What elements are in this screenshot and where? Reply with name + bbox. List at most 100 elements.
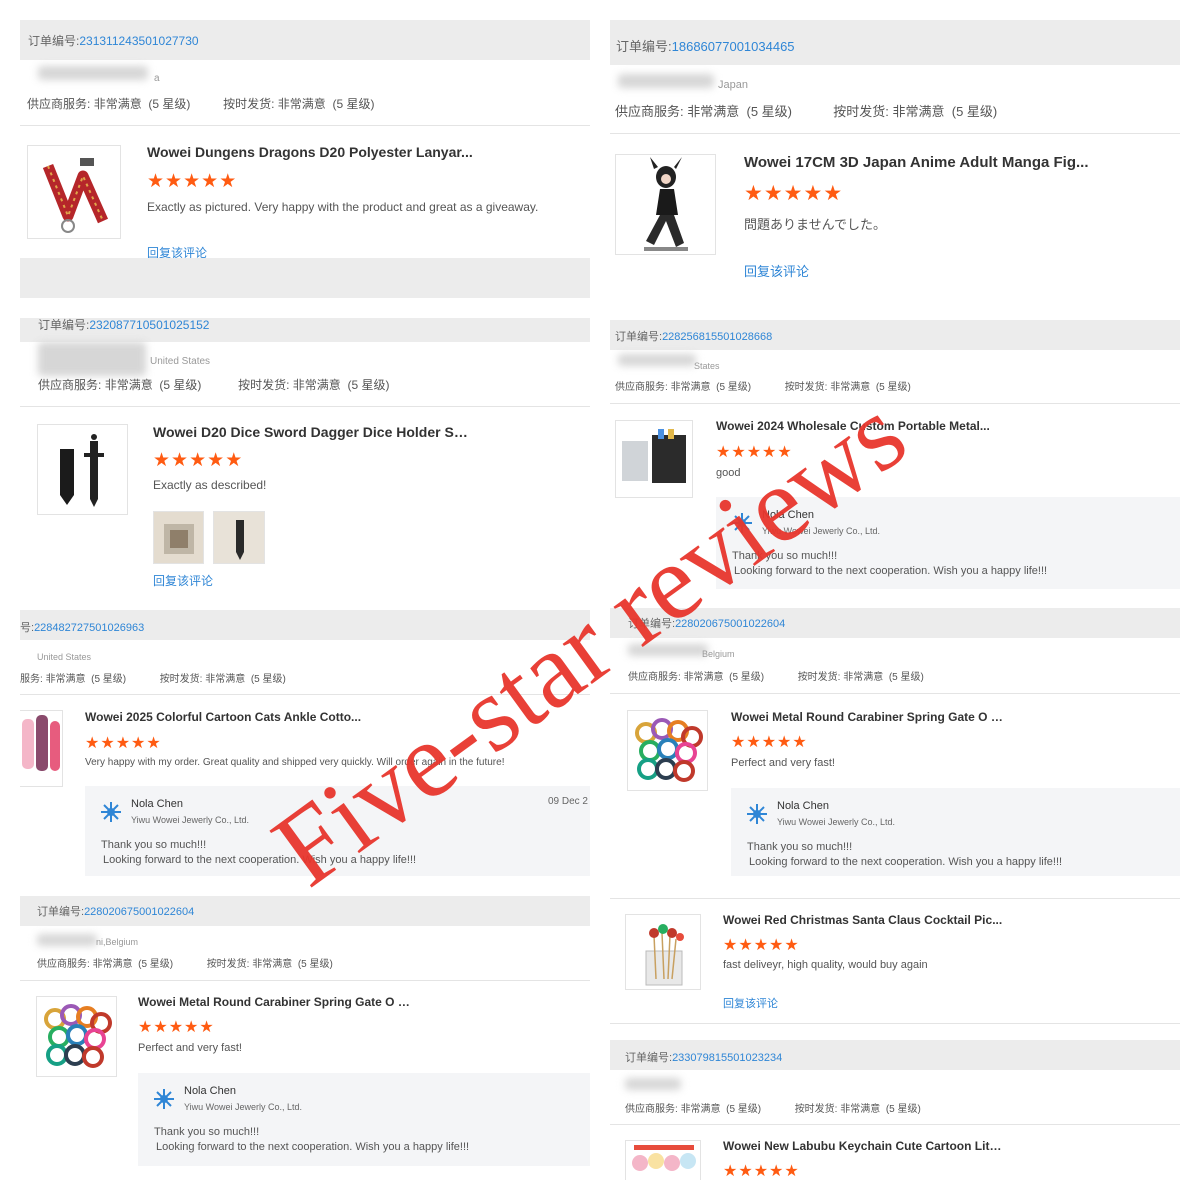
seller-ratings: 供应商服务: 非常满意 (5 星级) 按时发货: 非常满意 (5 星级) xyxy=(628,672,924,683)
star-icon: ★ xyxy=(762,444,777,461)
buyer-name-redacted xyxy=(618,354,696,366)
seller-name: Nola Chen xyxy=(131,798,183,810)
buyer-location: United States xyxy=(37,652,92,662)
product-image[interactable] xyxy=(625,1140,701,1180)
product-title[interactable]: Wowei 2025 Colorful Cartoon Cats Ankle C… xyxy=(85,710,365,724)
product-image[interactable] xyxy=(20,710,63,787)
review-card: 订单编号:231311243501027730 a 供应商服务: 非常满意 (5… xyxy=(20,20,590,298)
review-photo[interactable] xyxy=(213,511,265,564)
star-icon: ★ xyxy=(792,734,807,751)
star-rating: ★★★★★ xyxy=(723,1162,800,1180)
seller-reply: Nola Chen Yiwu Wowei Jewerly Co., Ltd. 0… xyxy=(85,786,590,876)
product-title[interactable]: Wowei Red Christmas Santa Claus Cocktail… xyxy=(723,913,1003,927)
divider xyxy=(20,980,590,981)
product-image[interactable] xyxy=(27,145,121,239)
seller-ratings: 供应商服务: 非常满意 (5 星级) 按时发货: 非常满意 (5 星级) xyxy=(615,382,911,393)
product-image[interactable] xyxy=(37,424,128,515)
package-photo xyxy=(164,524,194,554)
reply-link[interactable]: 回复该评论 xyxy=(744,261,809,280)
product-title[interactable]: Wowei 17CM 3D Japan Anime Adult Manga Fi… xyxy=(744,154,1094,171)
review-card: Wowei Red Christmas Santa Claus Cocktail… xyxy=(610,898,1180,1024)
seller-logo-icon xyxy=(154,1089,174,1109)
figure-image xyxy=(644,157,688,251)
carabiner-rings-image xyxy=(635,718,703,782)
divider xyxy=(610,693,1180,694)
seller-ratings: 供应商服务: 非常满意 (5 星级) 按时发货: 非常满意 (5 星级) xyxy=(27,97,375,111)
product-title[interactable]: Wowei D20 Dice Sword Dagger Dice Holder … xyxy=(153,424,473,440)
star-icon: ★ xyxy=(165,171,183,192)
star-icon: ★ xyxy=(716,444,731,461)
seller-company: Yiwu Wowei Jewerly Co., Ltd. xyxy=(777,817,896,827)
product-title[interactable]: Wowei 2024 Wholesale Custom Portable Met… xyxy=(716,419,996,433)
product-title[interactable]: Wowei New Labubu Keychain Cute Cartoon L… xyxy=(723,1139,1003,1153)
star-icon: ★ xyxy=(761,734,777,751)
reply-link[interactable]: 回复该评论 xyxy=(153,572,213,589)
order-number-link[interactable]: 233079815501023234 xyxy=(672,1052,782,1064)
order-header: 订单编号:228020675001022604 xyxy=(610,608,1180,638)
order-number-link[interactable]: 231311243501027730 xyxy=(79,34,198,48)
labubu-keychain-image xyxy=(632,1145,696,1171)
star-rating: ★★★★★ xyxy=(138,1018,215,1037)
buyer-name-redacted xyxy=(37,934,97,946)
reply-line-2: Looking forward to the next cooperation.… xyxy=(734,565,1048,577)
star-icon: ★ xyxy=(777,444,792,461)
product-image[interactable] xyxy=(36,996,117,1077)
star-icon: ★ xyxy=(753,1163,769,1180)
review-text: Exactly as pictured. Very happy with the… xyxy=(147,200,539,214)
star-icon: ★ xyxy=(184,1019,199,1036)
review-card: 订单编号:232087710501025152 United States 供应… xyxy=(20,318,590,600)
reply-line-2: Looking forward to the next cooperation.… xyxy=(749,856,1063,868)
order-header: 订单编号:228256815501028668 xyxy=(610,320,1180,350)
star-icon: ★ xyxy=(753,937,769,954)
order-number-link[interactable]: 228020675001022604 xyxy=(675,618,785,630)
order-number-label: 订单编号: xyxy=(616,39,672,54)
metal-case-image xyxy=(622,429,686,483)
reply-line-1: Thank you so much!!! xyxy=(101,839,207,851)
order-header: 订单编号:233079815501023234 xyxy=(610,1040,1180,1070)
star-icon: ★ xyxy=(746,734,761,751)
star-icon: ★ xyxy=(723,1163,738,1180)
order-number-link[interactable]: 18686077001034465 xyxy=(672,39,795,54)
star-icon: ★ xyxy=(199,1019,214,1036)
review-photo[interactable] xyxy=(153,511,204,564)
product-image[interactable] xyxy=(625,914,701,990)
order-header: 订单编号:232087710501025152 xyxy=(20,318,590,342)
star-icon: ★ xyxy=(723,937,738,954)
reply-date: 09 Dec 2 xyxy=(547,796,588,807)
star-icon: ★ xyxy=(115,735,131,752)
star-rating: ★★★★★ xyxy=(744,182,843,205)
order-number-link[interactable]: 232087710501025152 xyxy=(89,318,209,332)
star-icon: ★ xyxy=(168,1019,184,1036)
order-number-link[interactable]: 228482727501026963 xyxy=(34,622,144,634)
order-number-link[interactable]: 228020675001022604 xyxy=(84,906,194,918)
seller-reply: Nola Chen Yiwu Wowei Jewerly Co., Ltd. T… xyxy=(716,497,1180,589)
product-title[interactable]: Wowei Dungens Dragons D20 Polyester Lany… xyxy=(147,144,477,160)
product-title[interactable]: Wowei Metal Round Carabiner Spring Gate … xyxy=(138,995,418,1009)
seller-reply: Nola Chen Yiwu Wowei Jewerly Co., Ltd. T… xyxy=(731,788,1180,876)
star-icon: ★ xyxy=(803,182,823,205)
product-image[interactable] xyxy=(615,154,716,255)
star-rating: ★★★★★ xyxy=(731,733,808,752)
star-icon: ★ xyxy=(100,735,115,752)
buyer-location: Belgium xyxy=(702,649,735,659)
review-card: 订单编号:233079815501023234 供应商服务: 非常满意 (5 星… xyxy=(610,1040,1180,1180)
star-icon: ★ xyxy=(769,937,784,954)
reply-line-1: Thank you so much!!! xyxy=(732,550,838,562)
product-image[interactable] xyxy=(627,710,708,791)
cocktail-picks-image xyxy=(645,924,684,986)
order-number-link[interactable]: 228256815501028668 xyxy=(662,331,772,343)
review-card: 订单编号:18686077001034465 Japan 供应商服务: 非常满意… xyxy=(610,20,1180,300)
seller-reply: Nola Chen Yiwu Wowei Jewerly Co., Ltd. T… xyxy=(138,1073,590,1166)
reply-line-2: Looking forward to the next cooperation.… xyxy=(103,854,417,866)
seller-ratings: 供应商服务: 非常满意 (5 星级) 按时发货: 非常满意 (5 星级) xyxy=(37,959,333,970)
seller-company: Yiwu Wowei Jewerly Co., Ltd. xyxy=(184,1102,303,1112)
buyer-name-redacted xyxy=(38,66,148,80)
star-icon: ★ xyxy=(201,171,219,192)
product-image[interactable] xyxy=(615,420,693,498)
product-title[interactable]: Wowei Metal Round Carabiner Spring Gate … xyxy=(731,710,1011,724)
order-number-label: 订单编号: xyxy=(625,1052,673,1064)
reply-line-1: Thank you so much!!! xyxy=(154,1126,260,1138)
review-text: good xyxy=(716,467,741,479)
reply-link[interactable]: 回复该评论 xyxy=(723,995,778,1011)
divider xyxy=(610,403,1180,404)
